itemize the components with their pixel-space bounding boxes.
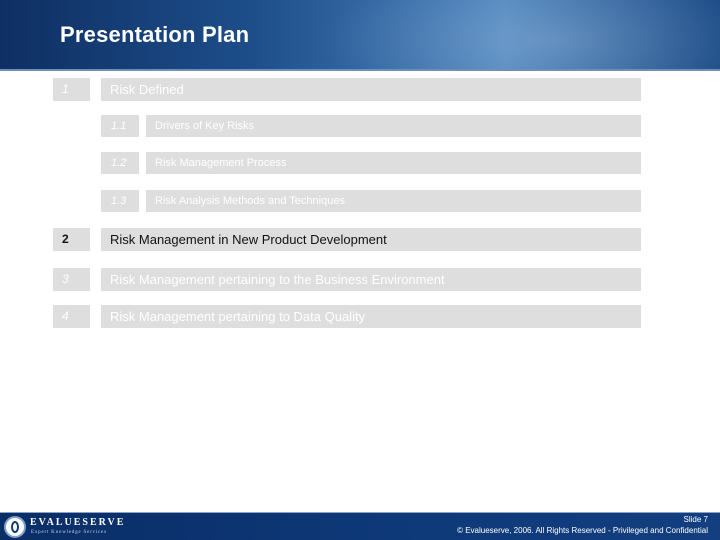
subitem-number-1-1: 1.1 [101,115,139,137]
slide-footer: EVALUESERVE Expert Knowledge Services Sl… [0,512,720,540]
subitem-drivers-of-key-risks: Drivers of Key Risks [146,115,641,137]
evalueserve-logo-icon [4,516,26,538]
agenda-item-new-product-development: Risk Management in New Product Developme… [101,228,641,251]
subitem-number-1-3: 1.3 [101,190,139,212]
slide-title: Presentation Plan [60,22,250,47]
header-divider [0,69,720,71]
copyright-notice: © Evalueserve, 2006. All Rights Reserved… [457,526,708,535]
agenda-number-3: 3 [53,268,90,291]
agenda-number-2: 2 [53,228,90,251]
brand-name: EVALUESERVE [30,517,126,528]
subitem-risk-management-process: Risk Management Process [146,152,641,174]
subitem-number-1-2: 1.2 [101,152,139,174]
agenda-item-data-quality: Risk Management pertaining to Data Quali… [101,305,641,328]
slide-number: Slide 7 [683,515,708,524]
agenda-item-risk-defined: Risk Defined [101,78,641,101]
agenda-number-4: 4 [53,305,90,328]
header-sheen [300,0,720,69]
logo-emblem [11,521,19,533]
brand-tagline: Expert Knowledge Services [31,530,107,535]
subitem-risk-analysis-methods: Risk Analysis Methods and Techniques [146,190,641,212]
agenda-item-business-environment: Risk Management pertaining to the Busine… [101,268,641,291]
slide-header: Presentation Plan [0,0,720,69]
agenda-number-1: 1 [53,78,90,101]
